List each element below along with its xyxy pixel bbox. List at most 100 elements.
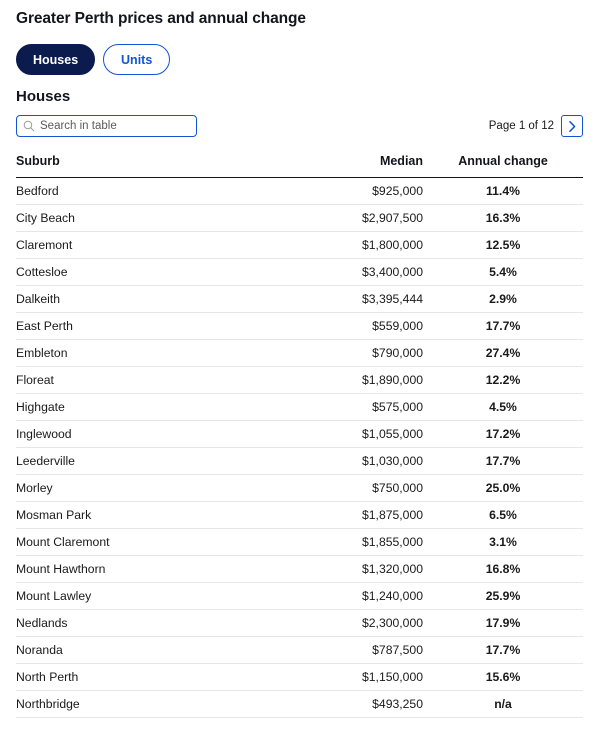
pagination: Page 1 of 12 [489,115,583,137]
table-tools-row: Page 1 of 12 [16,115,583,137]
cell-suburb: City Beach [16,204,278,232]
column-header-median[interactable]: Median [278,154,423,178]
cell-median: $1,855,000 [278,528,423,556]
cell-annual-change: 12.5% [423,231,583,259]
table-row[interactable]: Highgate $575,000 4.5% [16,393,583,421]
section-title: Houses [16,88,71,105]
chevron-right-icon [568,120,575,132]
price-table-page: Greater Perth prices and annual change H… [0,0,599,734]
table-body: Bedford $925,000 11.4% City Beach $2,907,500… [16,177,583,718]
cell-median: $2,907,500 [278,204,423,232]
cell-annual-change: 25.9% [423,582,583,610]
cell-median: $3,400,000 [278,258,423,286]
table-row[interactable]: Claremont $1,800,000 12.5% [16,231,583,259]
search-box[interactable] [16,115,197,137]
table-row[interactable]: Mount Claremont $1,855,000 3.1% [16,528,583,556]
table-row[interactable]: Inglewood $1,055,000 17.2% [16,420,583,448]
cell-median: $1,240,000 [278,582,423,610]
cell-suburb: Leederville [16,447,278,475]
table-row[interactable]: Leederville $1,030,000 17.7% [16,447,583,475]
cell-median: $575,000 [278,393,423,421]
cell-annual-change: 15.6% [423,663,583,691]
column-header-suburb[interactable]: Suburb [16,154,278,178]
cell-suburb: Noranda [16,636,278,664]
cell-annual-change: 3.1% [423,528,583,556]
cell-median: $1,055,000 [278,420,423,448]
column-header-annual-change[interactable]: Annual change [423,154,583,178]
table-row[interactable]: Nedlands $2,300,000 17.9% [16,609,583,637]
search-input[interactable] [40,120,190,132]
cell-suburb: Morley [16,474,278,502]
cell-suburb: Inglewood [16,420,278,448]
cell-median: $2,300,000 [278,609,423,637]
suburb-price-table: Suburb Median Annual change Bedford $925,… [16,154,583,718]
table-row[interactable]: East Perth $559,000 17.7% [16,312,583,340]
page-title: Greater Perth prices and annual change [16,10,306,27]
cell-suburb: Mount Claremont [16,528,278,556]
table-head: Suburb Median Annual change [16,154,583,178]
cell-annual-change: 17.7% [423,447,583,475]
table-row[interactable]: Floreat $1,890,000 12.2% [16,366,583,394]
table-row[interactable]: Morley $750,000 25.0% [16,474,583,502]
property-type-toggle-group: Houses Units [16,44,583,75]
cell-suburb: Mosman Park [16,501,278,529]
cell-annual-change: 27.4% [423,339,583,367]
pagination-label: Page 1 of 12 [488,120,554,132]
cell-median: $1,030,000 [278,447,423,475]
table-row[interactable]: Mount Lawley $1,240,000 25.9% [16,582,583,610]
cell-median: $559,000 [278,312,423,340]
toggle-units-button[interactable]: Units [103,44,171,75]
cell-annual-change: 16.8% [423,555,583,583]
toggle-houses-button[interactable]: Houses [16,44,96,75]
cell-suburb: Embleton [16,339,278,367]
cell-median: $1,890,000 [278,366,423,394]
cell-suburb: Floreat [16,366,278,394]
cell-annual-change: 17.7% [423,312,583,340]
cell-annual-change: 4.5% [423,393,583,421]
table-row[interactable]: Noranda $787,500 17.7% [16,636,583,664]
table-row[interactable]: Mount Hawthorn $1,320,000 16.8% [16,555,583,583]
cell-annual-change: n/a [423,690,583,718]
cell-median: $1,320,000 [278,555,423,583]
table-row[interactable]: Cottesloe $3,400,000 5.4% [16,258,583,286]
cell-annual-change: 17.9% [423,609,583,637]
cell-suburb: Northbridge [16,690,278,718]
table-row[interactable]: Dalkeith $3,395,444 2.9% [16,285,583,313]
cell-annual-change: 5.4% [423,258,583,286]
cell-suburb: Mount Hawthorn [16,555,278,583]
table-row[interactable]: North Perth $1,150,000 15.6% [16,663,583,691]
search-icon [23,120,35,132]
cell-median: $790,000 [278,339,423,367]
table-header-row: Suburb Median Annual change [16,154,583,178]
cell-suburb: Mount Lawley [16,582,278,610]
cell-annual-change: 25.0% [423,474,583,502]
cell-suburb: Nedlands [16,609,278,637]
table-row[interactable]: Mosman Park $1,875,000 6.5% [16,501,583,529]
cell-annual-change: 16.3% [423,204,583,232]
table-row[interactable]: Bedford $925,000 11.4% [16,177,583,205]
cell-median: $1,150,000 [278,663,423,691]
cell-suburb: Highgate [16,393,278,421]
cell-annual-change: 2.9% [423,285,583,313]
cell-annual-change: 11.4% [423,177,583,205]
table-row[interactable]: City Beach $2,907,500 16.3% [16,204,583,232]
cell-suburb: Cottesloe [16,258,278,286]
table-row[interactable]: Embleton $790,000 27.4% [16,339,583,367]
cell-median: $493,250 [278,690,423,718]
cell-median: $787,500 [278,636,423,664]
pagination-next-button[interactable] [561,115,583,137]
cell-annual-change: 12.2% [423,366,583,394]
cell-median: $3,395,444 [278,285,423,313]
cell-median: $1,875,000 [278,501,423,529]
cell-suburb: Dalkeith [16,285,278,313]
cell-median: $1,800,000 [278,231,423,259]
table-row[interactable]: Northbridge $493,250 n/a [16,690,583,718]
cell-annual-change: 17.2% [423,420,583,448]
cell-annual-change: 17.7% [423,636,583,664]
cell-suburb: East Perth [16,312,278,340]
cell-suburb: North Perth [16,663,278,691]
cell-median: $925,000 [278,177,423,205]
cell-suburb: Claremont [16,231,278,259]
cell-annual-change: 6.5% [423,501,583,529]
cell-median: $750,000 [278,474,423,502]
